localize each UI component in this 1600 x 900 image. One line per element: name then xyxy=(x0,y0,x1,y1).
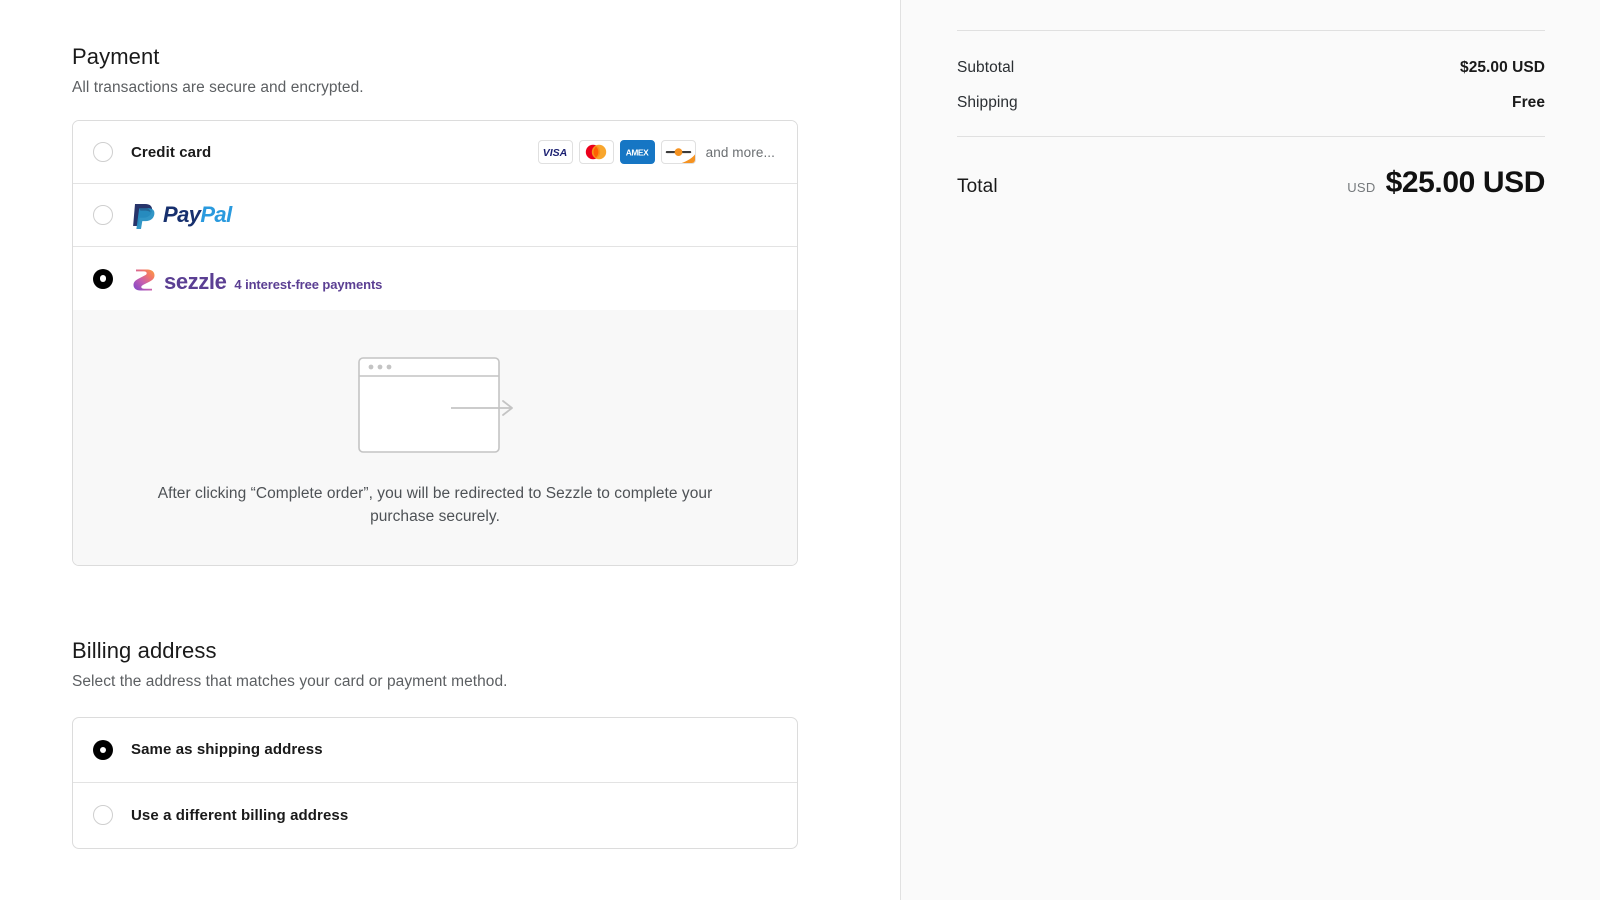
payment-subtitle: All transactions are secure and encrypte… xyxy=(72,79,798,97)
checkout-form-column: Payment All transactions are secure and … xyxy=(0,0,900,900)
checkout-page: Payment All transactions are secure and … xyxy=(0,0,1600,900)
sezzle-tagline: 4 interest-free payments xyxy=(234,277,382,292)
discover-icon xyxy=(661,140,696,164)
svg-text:AMEX: AMEX xyxy=(626,148,649,158)
summary-value: Free xyxy=(1512,94,1545,112)
paypal-logo-text-1: Pay xyxy=(163,202,200,227)
payment-option-paypal[interactable]: PayPal xyxy=(73,184,797,247)
radio-different-billing[interactable] xyxy=(93,805,113,825)
payment-option-label: Credit card xyxy=(131,144,211,161)
total-label: Total xyxy=(957,176,998,198)
sezzle-logo: sezzle 4 interest-free payments xyxy=(131,263,382,295)
summary-row-total: Total USD $25.00 USD xyxy=(957,137,1545,200)
amex-icon: AMEX xyxy=(620,140,655,164)
svg-text:VISA: VISA xyxy=(543,147,568,158)
radio-sezzle[interactable] xyxy=(93,269,113,289)
summary-row-shipping: Shipping Free xyxy=(957,85,1545,120)
sezzle-logo-text: sezzle xyxy=(164,269,226,295)
browser-window-redirect-icon xyxy=(335,447,535,464)
billing-option-same-as-shipping[interactable]: Same as shipping address xyxy=(73,718,797,783)
summary-label: Subtotal xyxy=(957,59,1014,77)
card-brand-icons: VISA xyxy=(538,140,696,164)
billing-title: Billing address xyxy=(72,638,798,664)
billing-option-label: Same as shipping address xyxy=(131,741,323,758)
mastercard-icon xyxy=(579,140,614,164)
summary-row-subtotal: Subtotal $25.00 USD xyxy=(957,50,1545,85)
summary-value: $25.00 USD xyxy=(1460,59,1545,77)
summary-lines: Subtotal $25.00 USD Shipping Free xyxy=(957,31,1545,136)
billing-option-different-address[interactable]: Use a different billing address xyxy=(73,783,797,848)
visa-icon: VISA xyxy=(538,140,573,164)
total-currency-code: USD xyxy=(1347,180,1375,195)
payment-option-credit-card[interactable]: Credit card VISA xyxy=(73,121,797,184)
paypal-logo: PayPal xyxy=(131,201,232,229)
billing-subtitle: Select the address that matches your car… xyxy=(72,673,798,691)
order-summary-panel: Subtotal $25.00 USD Shipping Free Total … xyxy=(900,0,1600,900)
radio-paypal[interactable] xyxy=(93,205,113,225)
billing-option-list: Same as shipping address Use a different… xyxy=(72,717,798,849)
billing-option-label: Use a different billing address xyxy=(131,807,348,824)
total-amount: $25.00 USD xyxy=(1386,166,1545,200)
payment-method-list: Credit card VISA xyxy=(72,120,798,566)
paypal-logo-text-2: Pal xyxy=(200,202,231,227)
radio-same-as-shipping[interactable] xyxy=(93,740,113,760)
radio-credit-card[interactable] xyxy=(93,142,113,162)
payment-section: Payment All transactions are secure and … xyxy=(72,0,798,566)
billing-address-section: Billing address Select the address that … xyxy=(72,638,798,849)
payment-title: Payment xyxy=(72,44,798,70)
payment-option-sezzle[interactable]: sezzle 4 interest-free payments xyxy=(73,247,797,310)
sezzle-redirect-panel: After clicking “Complete order”, you wil… xyxy=(73,310,797,565)
summary-label: Shipping xyxy=(957,94,1018,112)
redirect-notice: After clicking “Complete order”, you wil… xyxy=(155,483,715,529)
and-more-label: and more... xyxy=(706,145,775,160)
